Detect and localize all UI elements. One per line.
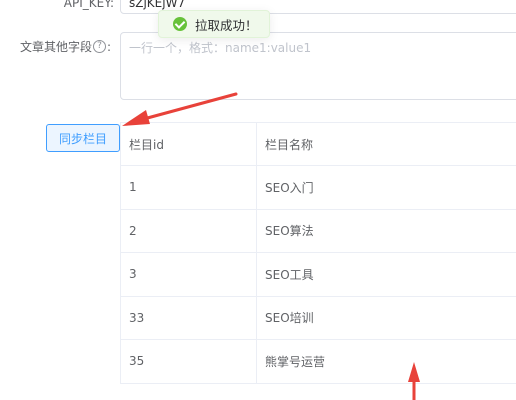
columns-table: 栏目id 栏目名称 1 SEO入门 2 SEO算法 3 SEO工具 33 SEO…	[120, 122, 516, 384]
column-header-id: 栏目id	[121, 123, 257, 165]
column-header-name: 栏目名称	[265, 137, 314, 152]
other-fields-colon: :	[107, 39, 112, 54]
table-row: 3 SEO工具	[121, 253, 516, 297]
toast-message: 拉取成功！	[195, 17, 258, 33]
cell-name: SEO算法	[265, 224, 314, 239]
table-row: 35 熊掌号运营	[121, 340, 516, 384]
check-circle-icon	[173, 17, 187, 31]
cell-name: SEO入门	[265, 180, 314, 195]
cell-id: 2	[121, 209, 257, 252]
other-fields-label: 文章其他字段 ? :	[20, 38, 111, 55]
cell-name: SEO培训	[265, 311, 314, 326]
help-icon[interactable]: ?	[93, 40, 107, 53]
api-key-label: API_KEY:	[63, 0, 114, 10]
cell-name: SEO工具	[265, 267, 314, 282]
cell-id: 35	[121, 340, 257, 383]
success-toast: 拉取成功！	[158, 10, 270, 38]
table-row: 2 SEO算法	[121, 209, 516, 253]
table-header-row: 栏目id 栏目名称	[121, 123, 516, 166]
table-row: 33 SEO培训	[121, 296, 516, 340]
cell-id: 1	[121, 166, 257, 209]
table-row: 1 SEO入门	[121, 166, 516, 210]
other-fields-textarea[interactable]: 一行一个，格式：name1:value1	[120, 32, 516, 100]
other-fields-label-text: 文章其他字段	[20, 40, 93, 54]
cell-name: 熊掌号运营	[265, 354, 326, 369]
cell-id: 33	[121, 296, 257, 339]
sync-columns-button[interactable]: 同步栏目	[46, 124, 120, 152]
page: API_KEY: sZjKEjW7 文章其他字段 ? : 一行一个，格式：nam…	[0, 0, 516, 400]
cell-id: 3	[121, 253, 257, 296]
